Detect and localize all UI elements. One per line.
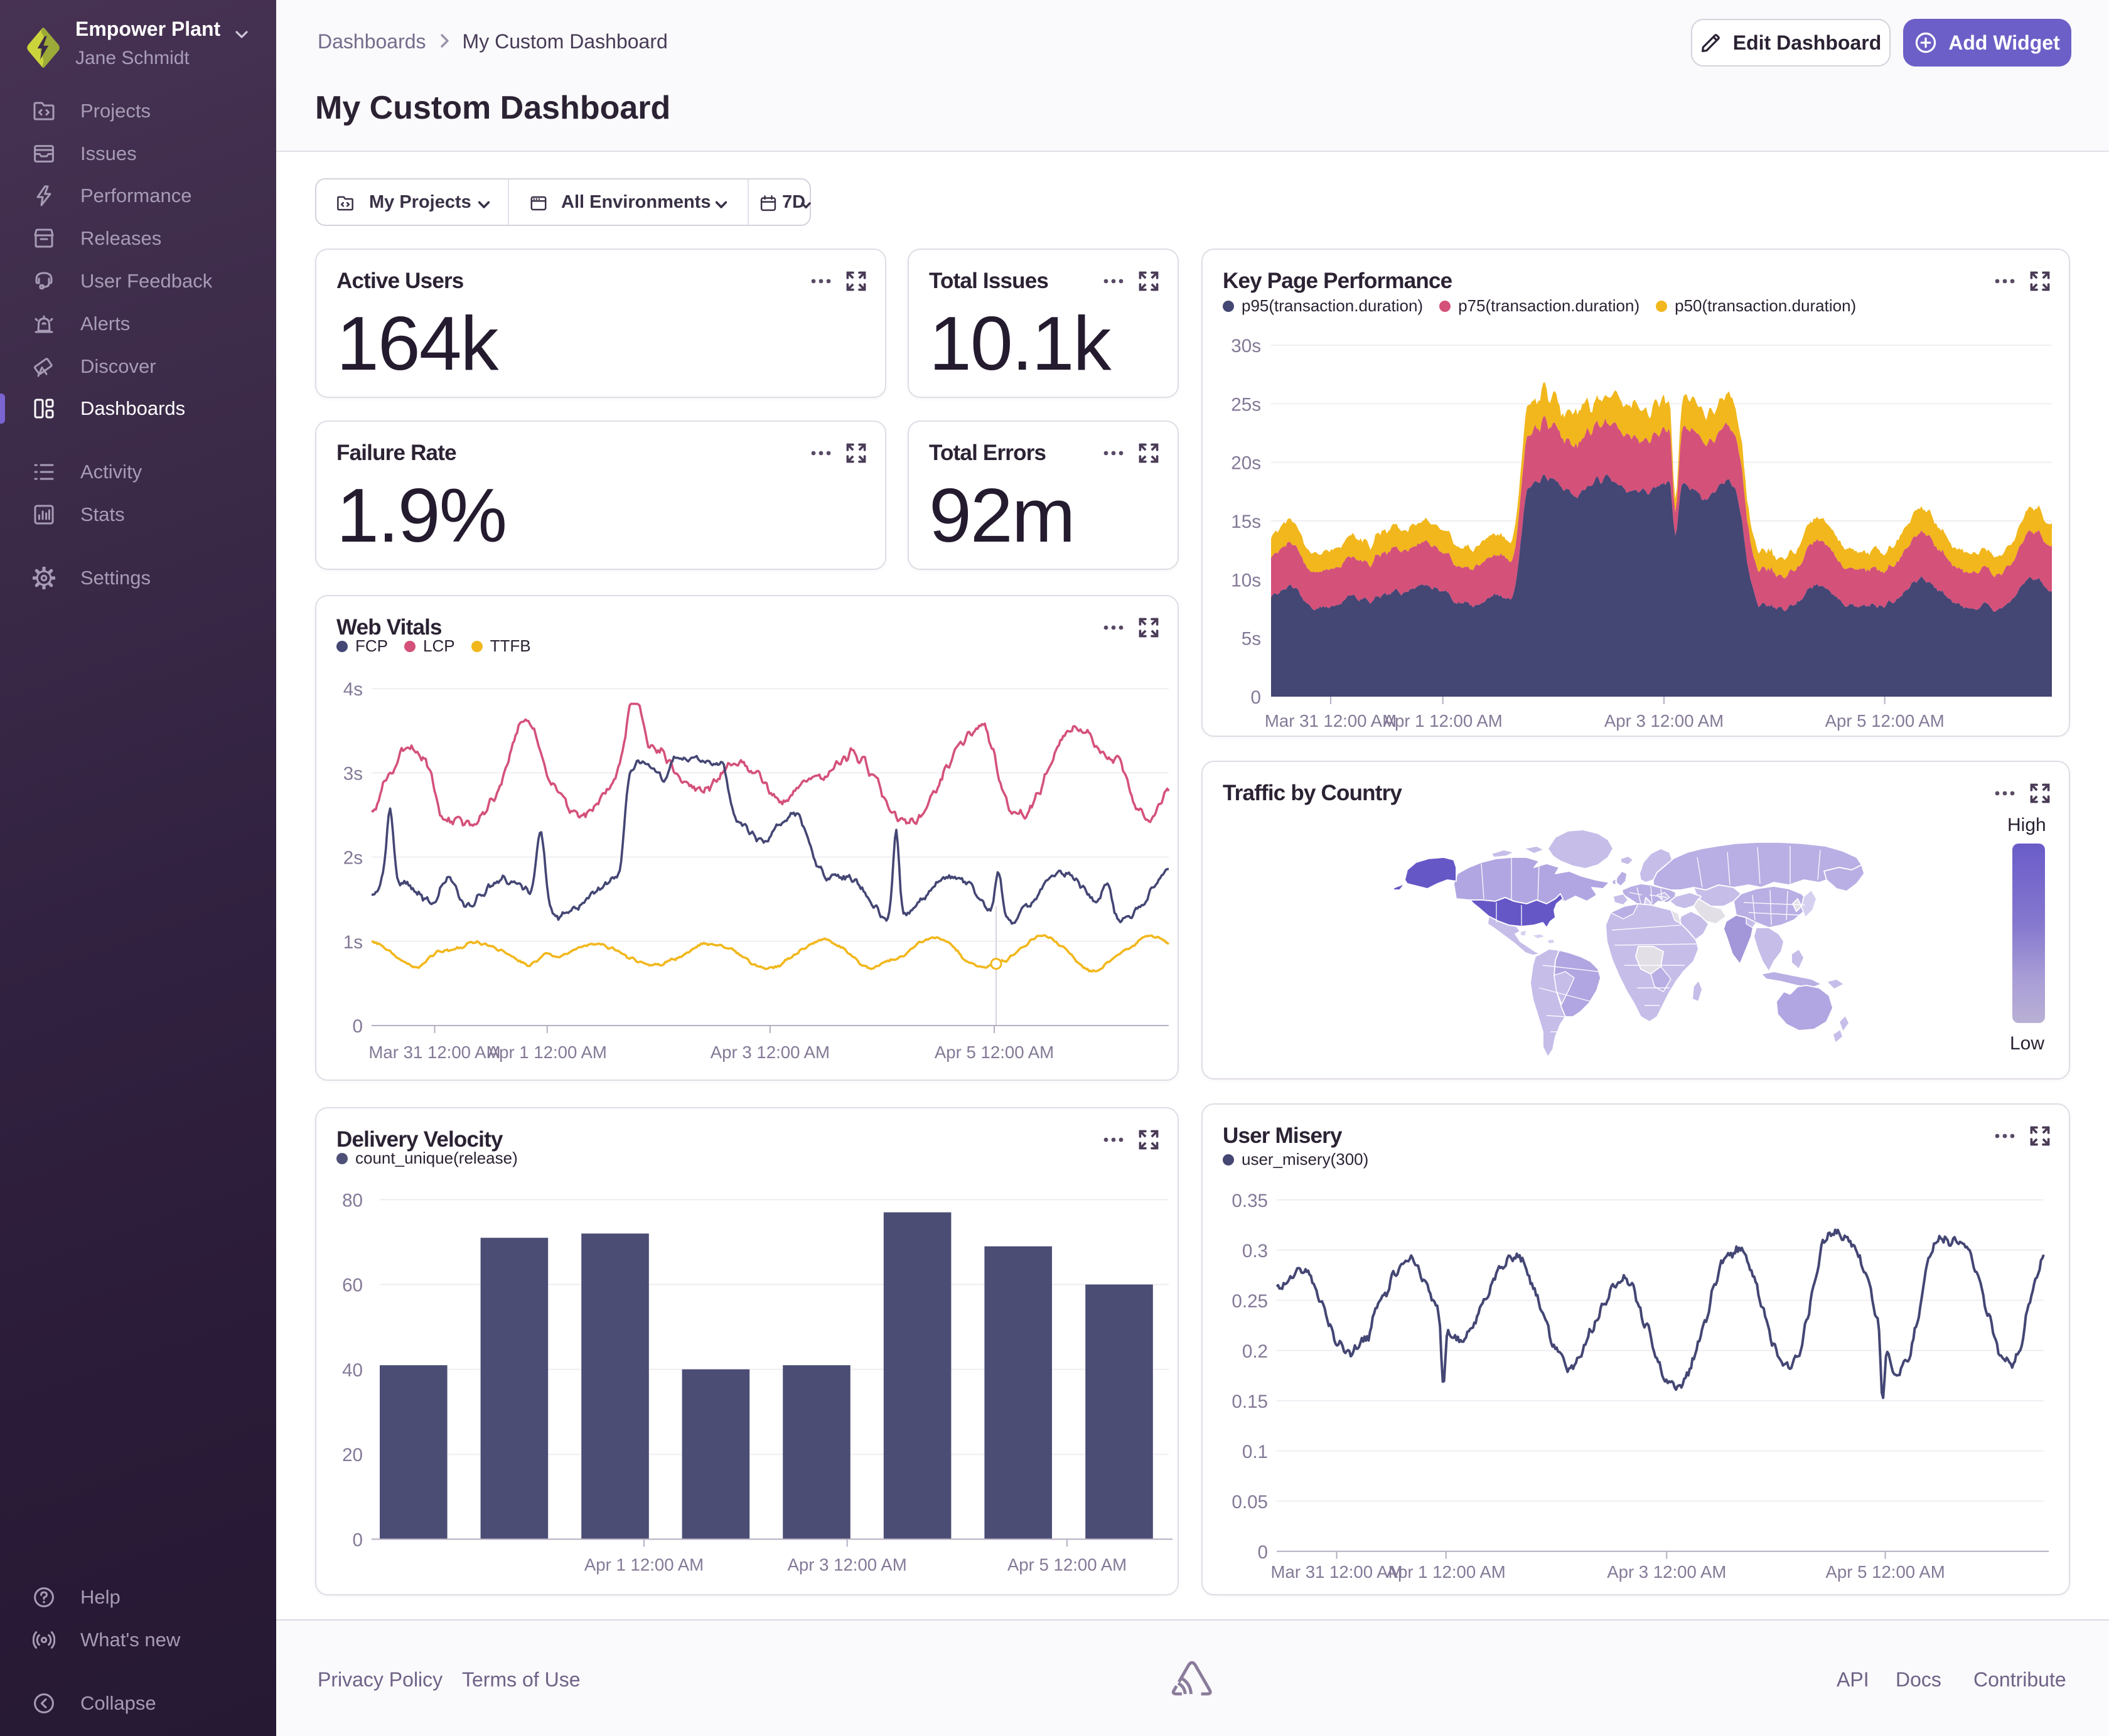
svg-text:0.3: 0.3 (1242, 1241, 1268, 1262)
svg-text:4s: 4s (343, 679, 363, 700)
svg-text:0.2: 0.2 (1242, 1341, 1268, 1362)
svg-text:15s: 15s (1231, 512, 1261, 532)
svg-text:10s: 10s (1231, 570, 1261, 591)
svg-text:0.35: 0.35 (1232, 1191, 1268, 1211)
svg-text:Apr 1 12:00 AM: Apr 1 12:00 AM (584, 1555, 704, 1574)
svg-text:Apr 3 12:00 AM: Apr 3 12:00 AM (787, 1555, 906, 1574)
svg-text:Apr 1 12:00 AM: Apr 1 12:00 AM (1387, 1562, 1506, 1582)
svg-text:3s: 3s (343, 763, 363, 784)
svg-text:Apr 3 12:00 AM: Apr 3 12:00 AM (1607, 1562, 1726, 1582)
svg-text:Apr 5 12:00 AM: Apr 5 12:00 AM (1825, 1562, 1945, 1582)
svg-text:25s: 25s (1231, 394, 1261, 415)
svg-text:0: 0 (1251, 687, 1261, 708)
svg-text:80: 80 (342, 1190, 363, 1211)
svg-text:20: 20 (342, 1445, 363, 1465)
svg-text:0.1: 0.1 (1242, 1442, 1268, 1462)
svg-text:Apr 3 12:00 AM: Apr 3 12:00 AM (711, 1042, 830, 1062)
svg-text:Mar 31 12:00 AM: Mar 31 12:00 AM (1271, 1562, 1403, 1582)
svg-text:Mar 31 12:00 AM: Mar 31 12:00 AM (368, 1042, 500, 1062)
svg-text:0: 0 (353, 1530, 363, 1550)
svg-text:Apr 5 12:00 AM: Apr 5 12:00 AM (1007, 1555, 1127, 1574)
svg-text:Apr 5 12:00 AM: Apr 5 12:00 AM (1825, 711, 1945, 731)
svg-text:0.25: 0.25 (1232, 1291, 1268, 1312)
svg-text:Apr 5 12:00 AM: Apr 5 12:00 AM (935, 1042, 1054, 1062)
svg-text:5s: 5s (1242, 629, 1261, 650)
svg-text:20s: 20s (1231, 453, 1261, 474)
svg-text:Apr 1 12:00 AM: Apr 1 12:00 AM (488, 1042, 607, 1062)
svg-text:1s: 1s (343, 932, 363, 953)
svg-text:Apr 3 12:00 AM: Apr 3 12:00 AM (1604, 711, 1724, 731)
svg-text:0.05: 0.05 (1232, 1492, 1268, 1513)
svg-text:30s: 30s (1231, 336, 1261, 356)
svg-text:60: 60 (342, 1275, 363, 1296)
svg-text:0: 0 (1258, 1542, 1268, 1563)
svg-text:40: 40 (342, 1360, 363, 1381)
svg-text:2s: 2s (343, 848, 363, 869)
svg-text:0: 0 (353, 1016, 363, 1037)
svg-text:Apr 1 12:00 AM: Apr 1 12:00 AM (1383, 711, 1503, 731)
svg-text:Mar 31 12:00 AM: Mar 31 12:00 AM (1265, 711, 1397, 731)
svg-text:0.15: 0.15 (1232, 1391, 1268, 1412)
